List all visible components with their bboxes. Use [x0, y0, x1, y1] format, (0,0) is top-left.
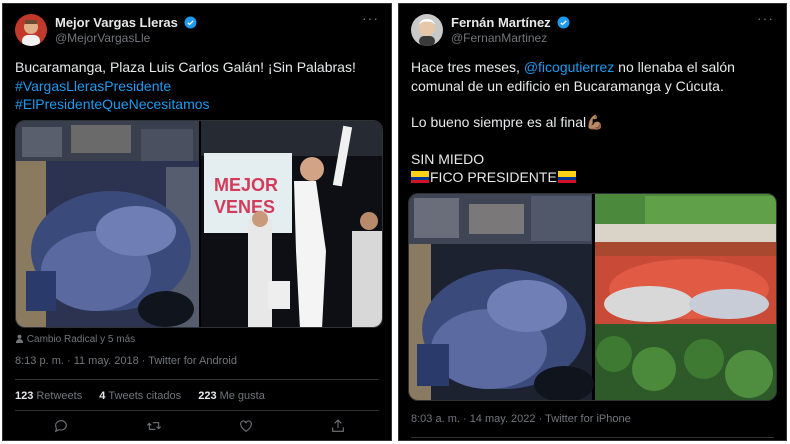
reply-icon[interactable] — [53, 418, 71, 436]
tweet-actions — [3, 418, 391, 438]
quote-tweets-count[interactable]: 4 Tweets citados — [99, 390, 181, 402]
tweet-text: Bucaramanga, Plaza Luis Carlos Galán! ¡S… — [15, 58, 379, 114]
share-icon[interactable] — [330, 418, 348, 436]
verified-badge-icon — [557, 16, 570, 29]
colombia-flag-icon — [557, 169, 576, 183]
tweet-text: Hace tres meses, @ficogutierrez no llena… — [411, 58, 774, 187]
tweet-text-line: SIN MIEDO — [411, 150, 485, 167]
tweet-text-line: FICO PRESIDENTE — [411, 168, 774, 187]
tweet-text-line: Lo bueno siempre es al final💪🏽 — [411, 114, 604, 130]
stadium-crowd-red-photo — [595, 194, 776, 400]
verified-badge-icon — [185, 16, 197, 29]
like-icon[interactable] — [238, 418, 256, 436]
retweet-icon[interactable] — [146, 418, 164, 436]
colombia-flag-icon — [411, 169, 429, 183]
hashtag-link[interactable]: #VargasLlerasPresidente — [15, 78, 171, 94]
avatar[interactable] — [15, 14, 47, 46]
tweet-media[interactable]: MEJOR VENES — [15, 120, 383, 328]
tagged-users[interactable]: Cambio Radical y 5 más — [15, 334, 135, 345]
avatar[interactable] — [411, 14, 443, 46]
more-options-icon[interactable]: ··· — [757, 10, 774, 26]
stage-banner-text: MEJOR — [214, 175, 278, 195]
flexed-biceps-emoji: 💪🏽 — [586, 114, 604, 130]
more-options-icon[interactable]: ··· — [362, 10, 379, 26]
author-handle[interactable]: @FernanMartinez — [451, 31, 547, 45]
divider — [411, 437, 774, 438]
divider — [15, 379, 379, 380]
tweet-text-line: Bucaramanga, Plaza Luis Carlos Galán! ¡S… — [15, 59, 356, 75]
tweet-stats: 123 Retweets 4 Tweets citados 223 Me gusta — [15, 390, 279, 402]
divider — [15, 410, 379, 411]
tweet-text-line: Hace tres meses, @ficogutierrez no llena… — [411, 59, 735, 75]
tweet-text-line: comunal de un edificio en Bucaramanga y … — [411, 77, 724, 94]
author-name[interactable]: Mejor Vargas Lleras — [55, 15, 197, 30]
crowd-plaza-night-photo — [16, 121, 199, 327]
author-name[interactable]: Fernán Martínez — [451, 15, 570, 30]
hashtag-link[interactable]: #ElPresidenteQueNecesitamos — [15, 96, 210, 112]
tweet-media[interactable] — [408, 193, 777, 401]
retweets-count[interactable]: 123 Retweets — [15, 390, 82, 402]
person-icon — [15, 334, 24, 343]
tweet-card-vargas-lleras[interactable]: Mejor Vargas Lleras @MejorVargasLle ··· … — [2, 3, 392, 441]
tweet-timestamp[interactable]: 8:03 a. m. · 14 may. 2022 · Twitter for … — [411, 413, 631, 425]
likes-count[interactable]: 223 Me gusta — [198, 390, 265, 402]
tagged-users-label: Cambio Radical y 5 más — [26, 334, 136, 345]
tweet-card-fernan-martinez[interactable]: Fernán Martínez @FernanMartinez ··· Hace… — [398, 3, 787, 441]
crowd-plaza-night-photo — [409, 194, 594, 400]
mention-link[interactable]: @ficogutierrez — [524, 59, 614, 75]
author-handle[interactable]: @MejorVargasLle — [55, 31, 150, 45]
tweet-timestamp[interactable]: 8:13 p. m. · 11 may. 2018 · Twitter for … — [15, 355, 237, 367]
candidate-stage-photo: MEJOR VENES — [201, 121, 382, 327]
